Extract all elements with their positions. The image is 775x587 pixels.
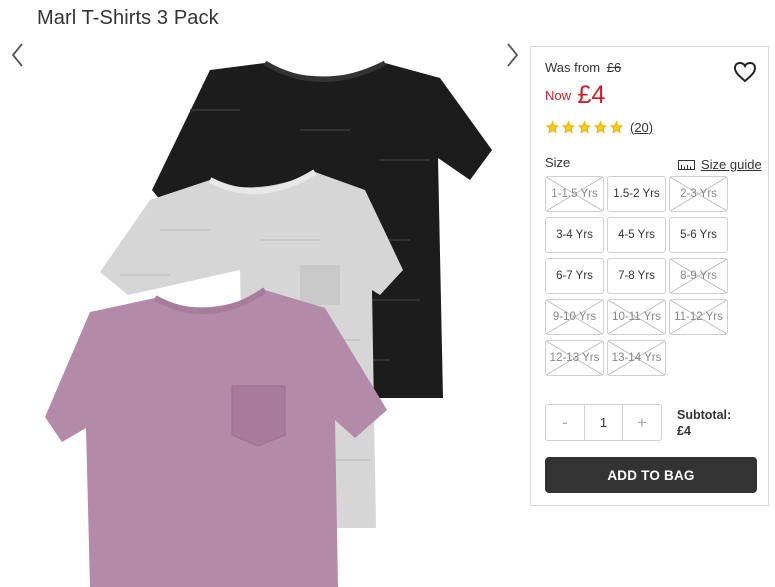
star-icon: [593, 120, 608, 134]
size-option-label: 12-13 Yrs: [549, 352, 600, 364]
size-option-label: 1-1.5 Yrs: [551, 188, 598, 200]
size-option[interactable]: 10-11 Yrs: [607, 299, 666, 335]
now-label: Now: [545, 88, 572, 103]
star-icon: [609, 120, 624, 134]
size-option[interactable]: 4-5 Yrs: [607, 217, 666, 253]
star-icon: [561, 120, 576, 134]
size-option[interactable]: 12-13 Yrs: [545, 340, 604, 376]
size-option-label: 7-8 Yrs: [618, 270, 655, 282]
now-price: Now £4: [545, 81, 605, 110]
chevron-left-icon[interactable]: [8, 40, 28, 70]
size-option-label: 8-9 Yrs: [680, 270, 717, 282]
size-option[interactable]: 5-6 Yrs: [669, 217, 728, 253]
size-option[interactable]: 11-12 Yrs: [669, 299, 728, 335]
size-option[interactable]: 6-7 Yrs: [545, 258, 604, 294]
size-option[interactable]: 1-1.5 Yrs: [545, 176, 604, 212]
chevron-right-icon[interactable]: [502, 40, 522, 70]
product-image: [45, 60, 492, 587]
size-option-label: 10-11 Yrs: [612, 311, 661, 323]
quantity-stepper: - 1 +: [545, 404, 662, 441]
quantity-increase-button[interactable]: +: [623, 405, 661, 440]
was-price: Was from £6: [545, 60, 621, 75]
heart-icon[interactable]: [733, 61, 757, 83]
size-option-label: 3-4 Yrs: [556, 229, 593, 241]
star-icon: [577, 120, 592, 134]
size-option-label: 9-10 Yrs: [552, 311, 597, 323]
stars: [545, 120, 625, 135]
add-to-bag-button[interactable]: ADD TO BAG: [545, 457, 757, 493]
size-option-label: 11-12 Yrs: [674, 311, 723, 323]
now-price-value: £4: [577, 81, 606, 109]
size-guide-link[interactable]: Size guide: [678, 157, 762, 172]
subtotal-label: Subtotal:: [677, 408, 732, 422]
size-option-label: 13-14 Yrs: [611, 352, 662, 364]
purchase-panel: Was from £6 Now £4 (20) Size Size guide …: [530, 46, 769, 506]
subtotal-value: £4: [677, 424, 691, 438]
was-price-value: £6: [606, 60, 622, 75]
size-guide-label: Size guide: [701, 157, 762, 172]
size-option[interactable]: 13-14 Yrs: [607, 340, 666, 376]
star-rating: (20): [545, 119, 653, 135]
subtotal: Subtotal: £4: [677, 407, 731, 439]
size-option-label: 2-3 Yrs: [680, 188, 717, 200]
was-label: Was from: [545, 60, 601, 75]
size-option[interactable]: 9-10 Yrs: [545, 299, 604, 335]
size-label: Size: [545, 155, 571, 170]
product-title: Marl T-Shirts 3 Pack: [37, 7, 219, 29]
quantity-decrease-button[interactable]: -: [546, 405, 584, 440]
star-icon: [545, 120, 560, 134]
product-image-gallery: [0, 40, 525, 587]
size-option-label: 5-6 Yrs: [680, 229, 717, 241]
size-option[interactable]: 1.5-2 Yrs: [607, 176, 666, 212]
size-option-label: 6-7 Yrs: [556, 270, 593, 282]
quantity-value[interactable]: 1: [584, 405, 623, 440]
size-option-label: 1.5-2 Yrs: [613, 188, 660, 200]
size-option[interactable]: 7-8 Yrs: [607, 258, 666, 294]
size-option[interactable]: 8-9 Yrs: [669, 258, 728, 294]
size-option-label: 4-5 Yrs: [618, 229, 655, 241]
size-option[interactable]: 3-4 Yrs: [545, 217, 604, 253]
size-option[interactable]: 2-3 Yrs: [669, 176, 728, 212]
review-count-link[interactable]: (20): [630, 120, 653, 135]
ruler-icon: [678, 159, 695, 170]
